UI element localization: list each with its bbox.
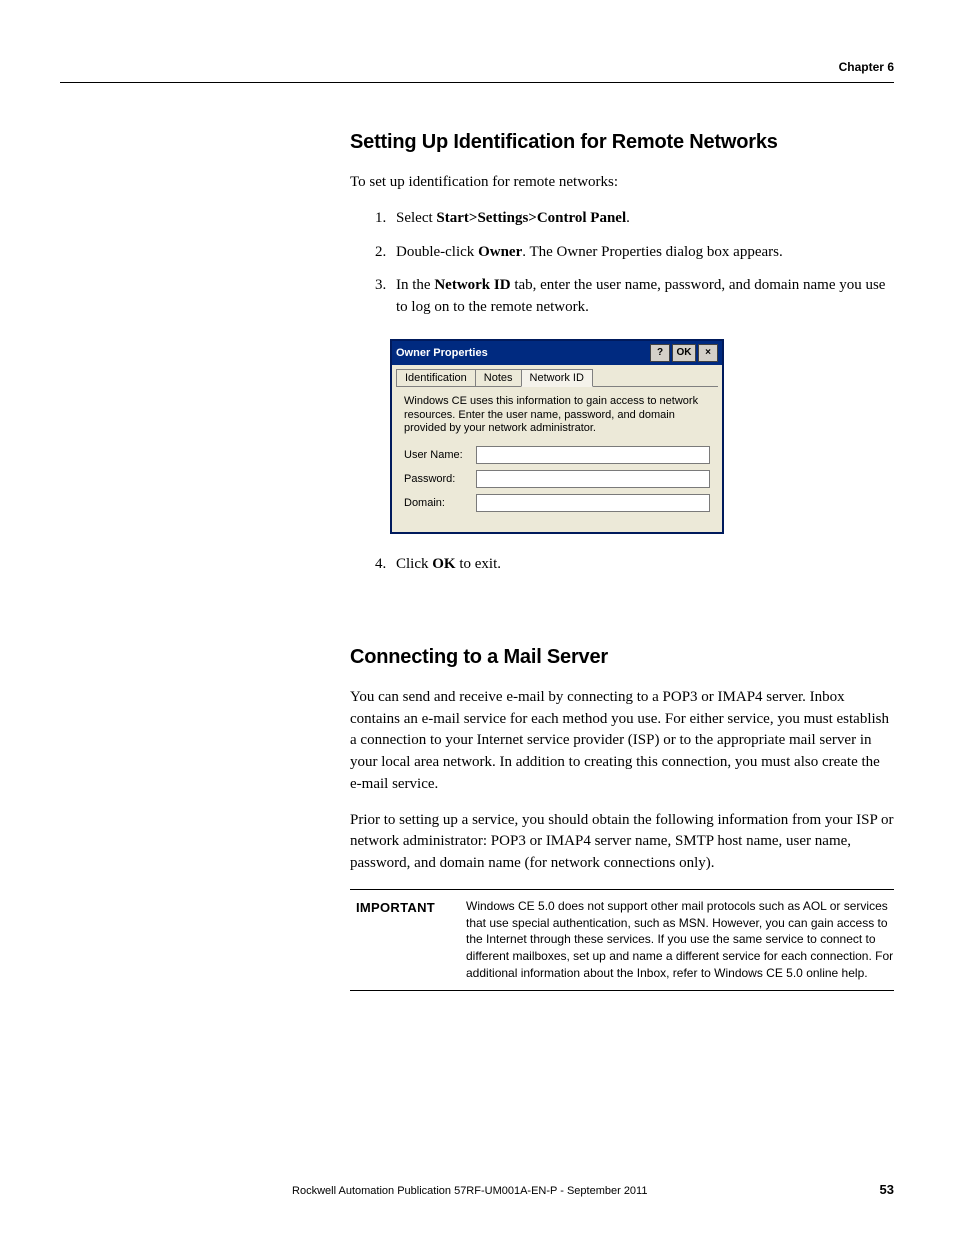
row-password: Password: bbox=[404, 470, 710, 488]
close-button[interactable]: × bbox=[698, 344, 718, 362]
dialog-titlebar: Owner Properties ? OK × bbox=[392, 341, 722, 365]
input-password[interactable] bbox=[476, 470, 710, 488]
heading-remote-networks: Setting Up Identification for Remote Net… bbox=[350, 131, 894, 154]
input-domain[interactable] bbox=[476, 494, 710, 512]
intro-paragraph: To set up identification for remote netw… bbox=[350, 172, 894, 194]
dialog-tabs: Identification Notes Network ID bbox=[392, 365, 722, 386]
tab-identification[interactable]: Identification bbox=[396, 369, 476, 386]
dialog-body: Windows CE uses this information to gain… bbox=[396, 386, 718, 526]
footer-publication: Rockwell Automation Publication 57RF-UM0… bbox=[60, 1185, 880, 1197]
important-label: IMPORTANT bbox=[350, 898, 466, 982]
step-3: In the Network ID tab, enter the user na… bbox=[390, 275, 894, 319]
dialog-title: Owner Properties bbox=[396, 347, 648, 359]
footer-page-number: 53 bbox=[880, 1182, 894, 1197]
row-domain: Domain: bbox=[404, 494, 710, 512]
steps-list-cont: Click OK to exit. bbox=[350, 554, 894, 576]
owner-properties-dialog: Owner Properties ? OK × Identification N… bbox=[390, 339, 724, 534]
heading-mail-server: Connecting to a Mail Server bbox=[350, 646, 894, 669]
dialog-description: Windows CE uses this information to gain… bbox=[404, 395, 710, 436]
label-domain: Domain: bbox=[404, 497, 476, 509]
tab-notes[interactable]: Notes bbox=[475, 369, 522, 386]
help-button[interactable]: ? bbox=[650, 344, 670, 362]
ok-button[interactable]: OK bbox=[672, 344, 696, 362]
label-username: User Name: bbox=[404, 449, 476, 461]
step-1: Select Start>Settings>Control Panel. bbox=[390, 208, 894, 230]
mail-paragraph-1: You can send and receive e-mail by conne… bbox=[350, 687, 894, 796]
input-username[interactable] bbox=[476, 446, 710, 464]
page-footer: Rockwell Automation Publication 57RF-UM0… bbox=[60, 1182, 894, 1197]
steps-list: Select Start>Settings>Control Panel. Dou… bbox=[350, 208, 894, 319]
row-username: User Name: bbox=[404, 446, 710, 464]
page-header: Chapter 6 bbox=[60, 60, 894, 83]
chapter-label: Chapter 6 bbox=[839, 60, 894, 74]
step-2: Double-click Owner. The Owner Properties… bbox=[390, 242, 894, 264]
step-4: Click OK to exit. bbox=[390, 554, 894, 576]
content-column: Setting Up Identification for Remote Net… bbox=[350, 131, 894, 991]
important-box: IMPORTANT Windows CE 5.0 does not suppor… bbox=[350, 889, 894, 991]
tab-network-id[interactable]: Network ID bbox=[521, 369, 593, 387]
mail-paragraph-2: Prior to setting up a service, you shoul… bbox=[350, 810, 894, 875]
label-password: Password: bbox=[404, 473, 476, 485]
important-text: Windows CE 5.0 does not support other ma… bbox=[466, 898, 894, 982]
